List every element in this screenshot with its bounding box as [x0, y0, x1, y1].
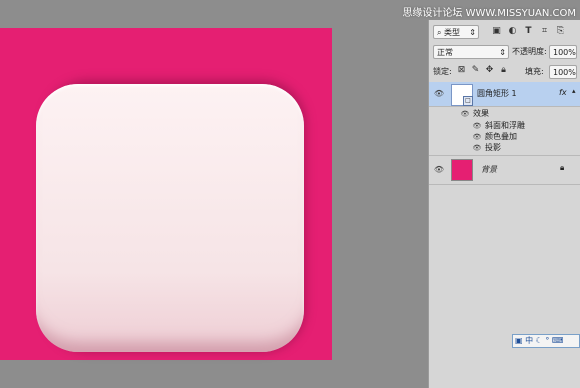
lock-all-icon[interactable]: 🔒︎: [498, 65, 509, 76]
fill-input[interactable]: 100%: [549, 65, 577, 79]
layer-rounded-rect[interactable]: 👁︎ □ 圆角矩形 1 fx ▴: [429, 82, 580, 107]
opacity-input[interactable]: 100%: [549, 45, 577, 59]
lock-icon: 🔒︎: [560, 163, 565, 172]
document-canvas[interactable]: [0, 28, 332, 360]
lock-label: 锁定:: [433, 67, 452, 76]
collapse-arrow-icon[interactable]: ▴: [572, 87, 576, 95]
chevron-updown-icon: ⇕: [499, 48, 506, 57]
ime-toolbar[interactable]: ▣ 中 ☾ ° ⌨: [512, 334, 580, 348]
chevron-updown-icon: ⇕: [469, 28, 476, 37]
shape-layer-icon: □: [463, 96, 473, 106]
fx-icon[interactable]: fx: [559, 88, 567, 97]
filter-kind-value: 类型: [444, 28, 461, 37]
visibility-eye-icon[interactable]: 👁︎: [460, 108, 470, 120]
blend-opacity-row: 正常 ⇕ 不透明度: 100%: [429, 42, 580, 62]
ime-status: 中 ☾ ° ⌨: [525, 336, 564, 345]
layer-thumbnail: [451, 159, 473, 181]
layers-panel: ⌕ 类型 ⇕ ▣ ◐ T ⌗ ⎘ 正常 ⇕ 不透明度: 100% 锁定: ⊠ ✎…: [428, 20, 580, 388]
visibility-eye-icon[interactable]: 👁︎: [433, 164, 445, 176]
layer-name[interactable]: 背景: [481, 164, 497, 176]
filter-kind-select[interactable]: ⌕ 类型 ⇕: [433, 25, 479, 39]
effect-drop-shadow[interactable]: 投影: [485, 142, 501, 154]
blend-mode-select[interactable]: 正常 ⇕: [433, 45, 509, 59]
visibility-eye-icon[interactable]: 👁︎: [433, 88, 445, 100]
layer-filter-row: ⌕ 类型 ⇕ ▣ ◐ T ⌗ ⎘: [429, 22, 580, 42]
search-icon: ⌕: [437, 28, 442, 37]
layer-name[interactable]: 圆角矩形 1: [477, 88, 517, 100]
blend-mode-value: 正常: [437, 48, 453, 57]
lock-image-pixels-icon[interactable]: ✎: [470, 65, 481, 76]
type-filter-icon[interactable]: T: [523, 26, 534, 37]
opacity-label: 不透明度:: [512, 47, 547, 56]
ime-logo-icon: ▣: [515, 336, 523, 345]
smart-object-filter-icon[interactable]: ⎘: [555, 26, 566, 37]
layer-thumbnail: □: [451, 84, 473, 106]
effects-label[interactable]: 效果: [473, 108, 489, 120]
shape-filter-icon[interactable]: ⌗: [539, 26, 550, 37]
fill-label: 填充:: [525, 67, 544, 76]
rounded-rectangle-shape[interactable]: [36, 84, 304, 352]
lock-transparent-pixels-icon[interactable]: ⊠: [456, 65, 467, 76]
adjustment-filter-icon[interactable]: ◐: [507, 26, 518, 37]
lock-fill-row: 锁定: ⊠ ✎ ✥ 🔒︎ 填充: 100%: [429, 62, 580, 82]
lock-position-icon[interactable]: ✥: [484, 65, 495, 76]
watermark: 思缘设计论坛 WWW.MISSYUAN.COM: [402, 8, 576, 19]
visibility-eye-icon[interactable]: 👁︎: [472, 142, 482, 154]
layer-background[interactable]: 👁︎ 背景 🔒︎: [429, 156, 580, 185]
image-filter-icon[interactable]: ▣: [491, 26, 502, 37]
layer-effects-list: 👁︎ 效果 👁︎ 斜面和浮雕 👁︎ 颜色叠加 👁︎ 投影: [429, 107, 580, 156]
